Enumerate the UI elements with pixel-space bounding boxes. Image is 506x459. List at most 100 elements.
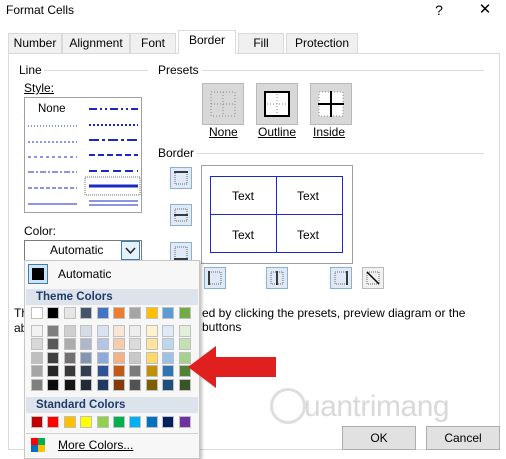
- theme-color-swatch[interactable]: [96, 351, 109, 364]
- preview-center-border: [276, 176, 277, 253]
- border-right-button[interactable]: [330, 267, 352, 289]
- theme-color-swatch[interactable]: [145, 378, 158, 391]
- theme-color-swatch[interactable]: [80, 365, 93, 377]
- theme-color-swatch[interactable]: [47, 324, 60, 337]
- theme-color-swatch[interactable]: [31, 351, 43, 364]
- tab-protection[interactable]: Protection: [286, 33, 358, 53]
- tab-font[interactable]: Font: [130, 33, 176, 53]
- theme-color-swatch[interactable]: [113, 324, 125, 337]
- tab-alignment[interactable]: Alignment: [62, 33, 130, 53]
- theme-color-swatch[interactable]: [129, 307, 142, 319]
- color-dropdown-arrow[interactable]: [121, 241, 140, 260]
- color-dropdown-value: Automatic: [50, 243, 104, 257]
- border-group-label: Border: [158, 146, 195, 160]
- border-diagonal-button[interactable]: [362, 267, 384, 289]
- close-button[interactable]: ✕: [475, 1, 495, 19]
- theme-color-swatch[interactable]: [162, 365, 175, 377]
- more-colors-link[interactable]: More Colors...: [58, 438, 133, 452]
- standard-color-swatch[interactable]: [145, 416, 158, 428]
- theme-color-swatch[interactable]: [31, 324, 43, 337]
- line-style-swatches[interactable]: [25, 98, 141, 212]
- standard-color-swatch[interactable]: [113, 416, 125, 428]
- line-style-list[interactable]: None: [24, 97, 142, 213]
- theme-color-swatch[interactable]: [162, 324, 175, 337]
- theme-color-swatch[interactable]: [113, 378, 125, 391]
- standard-color-swatch[interactable]: [96, 416, 109, 428]
- theme-color-swatch[interactable]: [96, 338, 109, 350]
- theme-color-swatch[interactable]: [178, 307, 191, 319]
- cancel-button[interactable]: Cancel: [426, 426, 500, 450]
- theme-color-swatch[interactable]: [113, 338, 125, 350]
- theme-color-swatch[interactable]: [96, 324, 109, 337]
- standard-color-swatch[interactable]: [80, 416, 93, 428]
- standard-color-swatch[interactable]: [63, 416, 76, 428]
- theme-color-swatch[interactable]: [31, 338, 43, 350]
- theme-color-swatch[interactable]: [47, 365, 60, 377]
- tab-fill[interactable]: Fill: [238, 33, 284, 53]
- theme-color-swatch[interactable]: [80, 338, 93, 350]
- title-bar: Format Cells ? ✕: [0, 0, 506, 22]
- theme-color-swatch[interactable]: [162, 378, 175, 391]
- theme-color-swatch[interactable]: [96, 378, 109, 391]
- theme-color-swatch[interactable]: [63, 351, 76, 364]
- standard-color-swatch[interactable]: [31, 416, 43, 428]
- standard-color-swatch[interactable]: [129, 416, 142, 428]
- theme-color-swatch[interactable]: [162, 351, 175, 364]
- theme-color-swatch[interactable]: [96, 365, 109, 377]
- theme-color-swatch[interactable]: [145, 338, 158, 350]
- style-label: Style:: [24, 81, 55, 95]
- theme-color-swatch[interactable]: [113, 351, 125, 364]
- border-preview[interactable]: Text Text Text Text: [201, 165, 353, 264]
- theme-color-swatch[interactable]: [63, 307, 76, 319]
- standard-color-swatch[interactable]: [178, 416, 191, 428]
- theme-color-swatch[interactable]: [145, 324, 158, 337]
- standard-color-swatch[interactable]: [47, 416, 60, 428]
- border-middle-button[interactable]: [170, 204, 192, 226]
- tab-number[interactable]: Number: [8, 33, 62, 53]
- theme-color-swatch[interactable]: [162, 338, 175, 350]
- preset-inside-label: Inside: [313, 125, 346, 139]
- theme-color-swatch[interactable]: [129, 351, 142, 364]
- theme-color-swatch[interactable]: [178, 324, 191, 337]
- preview-cell-text: Text: [231, 189, 254, 203]
- theme-color-swatch[interactable]: [31, 378, 43, 391]
- theme-color-swatch[interactable]: [129, 338, 142, 350]
- theme-color-swatch[interactable]: [63, 365, 76, 377]
- theme-color-swatch[interactable]: [145, 351, 158, 364]
- tab-border[interactable]: Border: [178, 30, 236, 54]
- theme-color-swatch[interactable]: [162, 307, 175, 319]
- theme-color-swatch[interactable]: [80, 378, 93, 391]
- theme-color-swatch[interactable]: [80, 351, 93, 364]
- preset-outline-button[interactable]: [256, 83, 298, 125]
- preset-inside-button[interactable]: [310, 83, 352, 125]
- theme-color-swatch[interactable]: [47, 307, 60, 319]
- theme-color-swatch[interactable]: [145, 365, 158, 377]
- help-button[interactable]: ?: [431, 2, 447, 18]
- theme-color-swatch[interactable]: [47, 378, 60, 391]
- theme-color-swatch[interactable]: [113, 365, 125, 377]
- theme-color-swatch[interactable]: [63, 324, 76, 337]
- automatic-color-label[interactable]: Automatic: [58, 267, 111, 281]
- ok-button[interactable]: OK: [342, 426, 416, 450]
- theme-color-swatch[interactable]: [129, 365, 142, 377]
- theme-color-swatch[interactable]: [47, 351, 60, 364]
- theme-color-swatch[interactable]: [80, 307, 93, 319]
- presets-group-divider: [202, 70, 484, 71]
- theme-color-swatch[interactable]: [31, 307, 43, 319]
- theme-color-swatch[interactable]: [129, 378, 142, 391]
- theme-color-swatch[interactable]: [47, 338, 60, 350]
- border-top-button[interactable]: [170, 167, 192, 189]
- theme-color-swatch[interactable]: [63, 338, 76, 350]
- preset-none-button[interactable]: [202, 83, 244, 125]
- theme-color-swatch[interactable]: [96, 307, 109, 319]
- theme-color-swatch[interactable]: [80, 324, 93, 337]
- standard-color-swatch[interactable]: [162, 416, 175, 428]
- theme-color-swatch[interactable]: [31, 365, 43, 377]
- theme-color-swatch[interactable]: [145, 307, 158, 319]
- theme-color-swatch[interactable]: [129, 324, 142, 337]
- border-left-button[interactable]: [204, 267, 226, 289]
- theme-color-swatch[interactable]: [113, 307, 125, 319]
- theme-color-swatch[interactable]: [63, 378, 76, 391]
- automatic-color-option[interactable]: [28, 264, 48, 284]
- border-center-button[interactable]: [266, 267, 288, 289]
